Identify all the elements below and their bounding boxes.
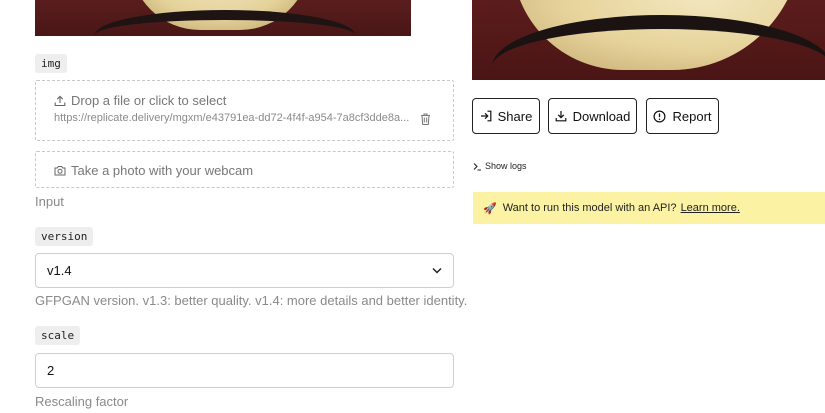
- download-button[interactable]: Download: [548, 98, 637, 134]
- chevron-down-icon: [432, 267, 442, 274]
- show-logs-label: Show logs: [485, 161, 527, 171]
- trash-icon[interactable]: [420, 112, 431, 130]
- version-select[interactable]: v1.4: [35, 253, 454, 288]
- version-field-label: version: [35, 227, 94, 246]
- report-button[interactable]: Report: [646, 98, 719, 134]
- file-dropzone[interactable]: Drop a file or click to select https://r…: [35, 80, 454, 141]
- file-url: https://replicate.delivery/mgxm/e43791ea…: [54, 112, 410, 124]
- report-icon: [653, 109, 666, 123]
- report-label: Report: [672, 108, 712, 124]
- output-image: [472, 0, 825, 80]
- scale-input[interactable]: 2: [35, 353, 454, 388]
- scale-field-label: scale: [35, 326, 81, 345]
- version-helper-text: GFPGAN version. v1.3: better quality. v1…: [35, 293, 468, 308]
- download-icon: [555, 111, 566, 122]
- webcam-capture[interactable]: Take a photo with your webcam: [35, 151, 454, 188]
- img-helper-text: Input: [35, 194, 64, 209]
- webcam-text: Take a photo with your webcam: [71, 163, 254, 178]
- learn-more-link[interactable]: Learn more.: [681, 202, 740, 214]
- api-banner: 🚀 Want to run this model with an API? Le…: [473, 192, 825, 224]
- show-logs-toggle[interactable]: Show logs: [473, 161, 527, 171]
- img-field-label: img: [35, 54, 67, 73]
- drop-file-prompt[interactable]: Drop a file or click to select: [54, 93, 226, 108]
- share-icon: [480, 110, 492, 122]
- terminal-icon: [473, 162, 481, 171]
- version-selected-value: v1.4: [47, 263, 72, 278]
- camera-icon: [54, 166, 66, 176]
- drop-file-text: Drop a file or click to select: [71, 93, 227, 108]
- scale-helper-text: Rescaling factor: [35, 394, 129, 409]
- upload-icon: [54, 95, 66, 106]
- share-label: Share: [497, 108, 533, 124]
- scale-value: 2: [47, 363, 55, 378]
- api-banner-text: Want to run this model with an API?: [502, 202, 677, 214]
- input-image-preview: [35, 0, 411, 36]
- share-button[interactable]: Share: [472, 98, 540, 134]
- download-label: Download: [572, 108, 631, 124]
- rocket-icon: 🚀: [483, 202, 497, 215]
